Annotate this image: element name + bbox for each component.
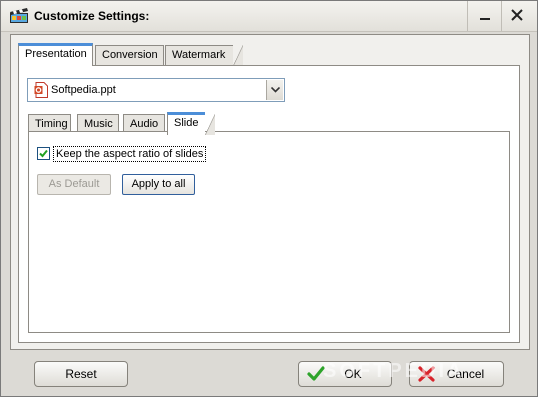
softpedia-watermark: SOFTPEDIA [323,360,465,382]
title-separator [501,1,502,31]
minimize-icon [480,18,490,20]
file-select[interactable]: Softpedia.ppt [27,78,285,102]
tab-label: Presentation [25,48,87,60]
tab-presentation[interactable]: Presentation [18,43,93,66]
tab-label: Music [84,118,113,130]
tab-label: Timing [35,118,68,130]
title-bar[interactable]: Customize Settings: [1,1,537,32]
close-button[interactable] [503,4,531,26]
clapperboard-icon [10,8,28,23]
apply-to-all-label: Apply to all [131,178,186,190]
as-default-button[interactable]: As Default [37,174,111,195]
close-icon [511,9,523,21]
customize-settings-window: Customize Settings: Presentation Convers… [0,0,538,397]
keep-aspect-label[interactable]: Keep the aspect ratio of slides [53,146,207,162]
tab-label: Conversion [102,49,158,61]
tab-conversion[interactable]: Conversion [95,45,164,65]
reset-label: Reset [65,367,97,381]
chevron-down-icon [271,87,280,93]
as-default-label: As Default [48,178,100,190]
file-select-value: Softpedia.ppt [51,84,116,96]
keep-aspect-checkbox[interactable] [37,147,50,160]
powerpoint-file-icon [34,82,48,98]
checkmark-icon [39,149,48,158]
tab-label: Slide [174,117,199,129]
minimize-button[interactable] [471,4,499,26]
reset-button[interactable]: Reset [34,361,128,387]
tab-label: Watermark [172,49,226,61]
tab-slide[interactable]: Slide [167,112,215,135]
apply-to-all-button[interactable]: Apply to all [122,174,195,195]
tab-label: Audio [130,118,159,130]
file-select-dropdown-button[interactable] [266,80,283,100]
window-title: Customize Settings: [34,9,150,23]
tab-watermark[interactable]: Watermark [165,45,243,66]
title-separator [467,1,468,31]
